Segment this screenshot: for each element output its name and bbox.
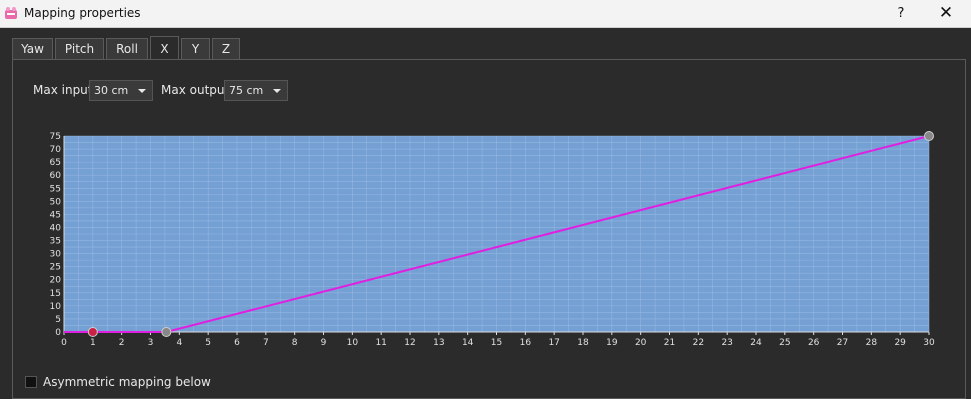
- asymmetric-label: Asymmetric mapping below: [43, 375, 211, 389]
- x-tick-label: 30: [923, 338, 935, 346]
- max-input-label: Max input: [33, 83, 93, 97]
- y-tick-label: 55: [50, 184, 61, 194]
- y-tick-label: 5: [55, 315, 61, 325]
- y-tick-label: 10: [50, 302, 62, 312]
- x-tick-label: 5: [205, 338, 211, 346]
- x-tick-label: 24: [750, 338, 762, 346]
- max-input-value: 30 cm: [94, 84, 129, 97]
- x-tick-label: 29: [894, 338, 906, 346]
- x-tick-label: 11: [375, 338, 386, 346]
- control-point[interactable]: [161, 327, 172, 337]
- y-tick-label: 60: [50, 171, 62, 181]
- max-output-select[interactable]: 75 cm: [224, 80, 288, 101]
- y-tick-label: 70: [50, 145, 62, 155]
- y-tick-label: 40: [50, 223, 62, 233]
- tab-y[interactable]: Y: [181, 38, 210, 59]
- title-bar: Mapping properties ? ✕: [0, 0, 971, 28]
- tab-x[interactable]: X: [150, 36, 179, 60]
- max-output-label: Max output: [161, 83, 230, 97]
- x-tick-label: 26: [808, 338, 820, 346]
- x-tick-label: 10: [347, 338, 359, 346]
- y-tick-label: 15: [50, 289, 61, 299]
- y-tick-label: 0: [55, 328, 61, 338]
- y-tick-label: 75: [50, 132, 61, 142]
- max-input-select[interactable]: 30 cm: [89, 80, 153, 101]
- x-tick-label: 17: [548, 338, 559, 346]
- x-tick-label: 8: [292, 338, 298, 346]
- app-icon: [5, 7, 17, 19]
- x-tick-label: 15: [491, 338, 502, 346]
- control-point[interactable]: [924, 131, 934, 141]
- x-tick-label: 28: [866, 338, 878, 346]
- x-tick-label: 21: [664, 338, 675, 346]
- asymmetric-checkbox[interactable]: [25, 376, 37, 388]
- x-tick-label: 0: [61, 338, 67, 346]
- control-point-selected[interactable]: [87, 327, 98, 337]
- x-tick-label: 2: [119, 338, 125, 346]
- y-tick-label: 20: [50, 276, 62, 286]
- tab-roll[interactable]: Roll: [106, 38, 148, 59]
- tab-pitch[interactable]: Pitch: [55, 38, 104, 59]
- chevron-down-icon: [273, 89, 281, 93]
- x-tick-label: 23: [721, 338, 732, 346]
- x-tick-label: 9: [321, 338, 327, 346]
- y-tick-label: 35: [50, 237, 61, 247]
- help-button[interactable]: ?: [886, 0, 916, 27]
- y-tick-label: 30: [50, 250, 62, 260]
- max-output-value: 75 cm: [229, 84, 264, 97]
- x-tick-label: 27: [837, 338, 848, 346]
- close-button[interactable]: ✕: [930, 0, 962, 27]
- chevron-down-icon: [138, 89, 146, 93]
- tab-z[interactable]: Z: [212, 38, 240, 59]
- y-tick-label: 25: [50, 263, 61, 273]
- x-tick-label: 12: [404, 338, 415, 346]
- x-tick-label: 16: [520, 338, 532, 346]
- x-tick-label: 20: [635, 338, 647, 346]
- y-tick-label: 50: [50, 197, 62, 207]
- x-tick-label: 4: [176, 338, 182, 346]
- y-tick-label: 65: [50, 158, 61, 168]
- x-tick-label: 18: [577, 338, 589, 346]
- x-tick-label: 14: [462, 338, 474, 346]
- x-tick-label: 22: [693, 338, 704, 346]
- x-tick-label: 1: [90, 338, 96, 346]
- x-tick-label: 25: [779, 338, 790, 346]
- x-tick-label: 13: [433, 338, 444, 346]
- x-tick-label: 19: [606, 338, 618, 346]
- x-tick-label: 7: [263, 338, 269, 346]
- y-tick-label: 45: [50, 210, 61, 220]
- window-title: Mapping properties: [24, 6, 141, 20]
- mapping-chart[interactable]: 0 1 2 3 4 5 6 7 8 9 10 11 12 13 14 15 16 17 18 19 20 21 22 23 24…: [32, 126, 942, 346]
- x-tick-label: 3: [148, 338, 154, 346]
- x-tick-label: 6: [234, 338, 240, 346]
- tab-yaw[interactable]: Yaw: [12, 38, 53, 59]
